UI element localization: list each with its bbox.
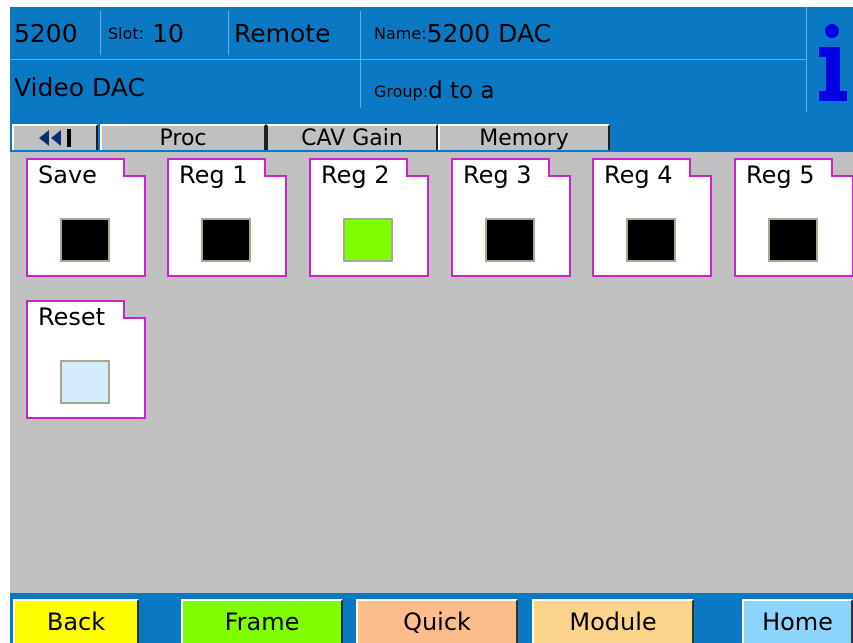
group-label: Group: d to a: [374, 69, 495, 113]
reset-register-label: Reset: [38, 303, 106, 331]
register-3[interactable]: Reg 3: [451, 158, 573, 278]
register-2[interactable]: Reg 2: [309, 158, 431, 278]
group-value: d to a: [428, 78, 495, 104]
reset-register[interactable]: Reset: [26, 300, 148, 420]
info-icon[interactable]: [810, 9, 853, 109]
bottom-nav: Back Frame Quick Module Home: [10, 593, 853, 643]
register-4[interactable]: Reg 4: [592, 158, 714, 278]
tab-bar: Proc CAV Gain Memory: [10, 120, 853, 152]
register-3-swatch: [485, 218, 535, 262]
mode-value: Remote: [234, 18, 331, 48]
register-5-swatch: [768, 218, 818, 262]
model-value: 5200: [14, 18, 78, 48]
quick-button[interactable]: Quick: [356, 599, 518, 643]
register-1-swatch: [201, 218, 251, 262]
mode-label: Remote: [234, 11, 330, 55]
group-caption: Group:: [374, 81, 429, 101]
register-2-label: Reg 2: [321, 161, 390, 189]
register-3-label: Reg 3: [463, 161, 532, 189]
register-5-label: Reg 5: [746, 161, 815, 189]
back-button-label: Back: [46, 608, 106, 636]
name-label: Name: 5200 DAC: [374, 11, 551, 55]
register-5[interactable]: Reg 5: [734, 158, 853, 278]
register-1-label: Reg 1: [179, 161, 248, 189]
tab-proc-label: Proc: [159, 125, 207, 151]
device-panel: 5200 Slot: 10 Remote Name: 5200 DAC Vide…: [10, 7, 853, 643]
tab-cav-gain[interactable]: CAV Gain: [266, 124, 438, 151]
module-type-label: Video DAC: [14, 65, 145, 109]
module-button-label: Module: [569, 608, 657, 636]
slot-caption: Slot:: [108, 23, 145, 43]
name-value: 5200 DAC: [426, 18, 552, 48]
tab-cav-gain-label: CAV Gain: [301, 125, 403, 151]
home-button[interactable]: Home: [742, 599, 853, 643]
register-2-swatch: [343, 218, 393, 262]
slot-label: Slot: 10: [108, 11, 184, 55]
register-4-swatch: [626, 218, 676, 262]
home-button-label: Home: [762, 608, 833, 636]
register-1[interactable]: Reg 1: [167, 158, 289, 278]
module-button[interactable]: Module: [532, 599, 694, 643]
frame-button-label: Frame: [224, 608, 300, 636]
tab-memory[interactable]: Memory: [438, 124, 610, 151]
module-type-value: Video DAC: [14, 72, 145, 102]
model-label: 5200: [14, 11, 78, 55]
save-register-label: Save: [38, 161, 97, 189]
back-arrows-button[interactable]: [12, 124, 98, 150]
save-register-swatch: [60, 218, 110, 262]
save-register[interactable]: Save: [26, 158, 148, 278]
double-left-arrow-icon: [39, 129, 71, 147]
quick-button-label: Quick: [403, 608, 471, 636]
register-4-label: Reg 4: [604, 161, 673, 189]
back-button[interactable]: Back: [13, 599, 139, 643]
tab-proc[interactable]: Proc: [100, 124, 266, 151]
name-caption: Name:: [374, 23, 427, 43]
tab-memory-label: Memory: [479, 125, 569, 151]
slot-value: 10: [152, 18, 184, 48]
frame-button[interactable]: Frame: [181, 599, 343, 643]
reset-register-swatch: [60, 360, 110, 404]
